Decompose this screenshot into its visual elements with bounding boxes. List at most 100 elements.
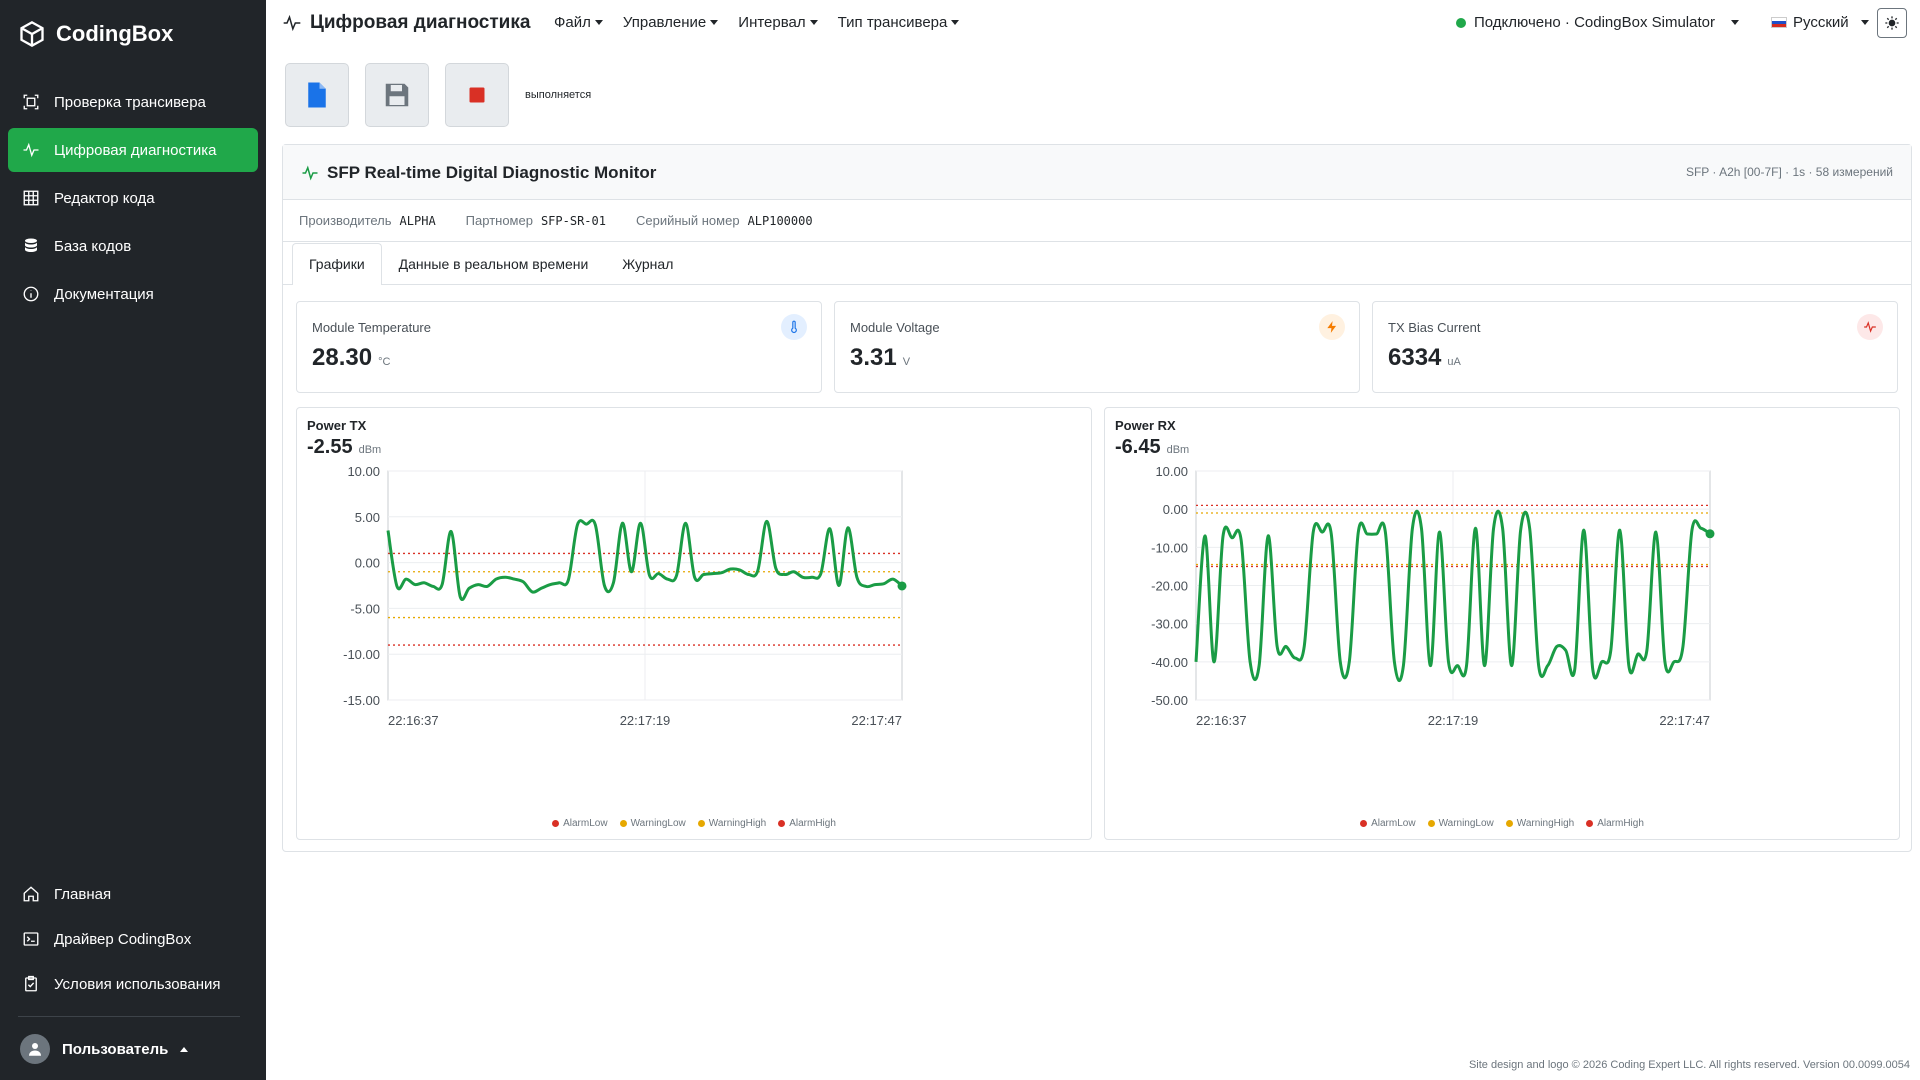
theme-toggle-button[interactable] — [1877, 8, 1907, 38]
sidebar-item-documentation[interactable]: Документация — [8, 272, 258, 316]
sidebar-item-transceiver-check[interactable]: Проверка трансивера — [8, 80, 258, 124]
connection-label: Подключено · CodingBox Simulator — [1474, 14, 1715, 31]
menu-transceiver-type[interactable]: Тип трансивера — [838, 14, 960, 31]
language-dropdown[interactable]: Русский — [1771, 14, 1869, 31]
sidebar-item-home[interactable]: Главная — [8, 873, 258, 915]
monitor-meta: SFP · A2h [00-7F] · 1s · 58 измерений — [1685, 165, 1893, 179]
sidebar-divider — [18, 1016, 240, 1017]
sidebar-item-label: Главная — [54, 885, 112, 903]
legend-item[interactable]: WarningLow — [1427, 818, 1494, 829]
legend-label: WarningLow — [630, 818, 686, 829]
y-tick-label: -50.00 — [1151, 693, 1188, 708]
y-tick-label: -5.00 — [350, 601, 380, 616]
chart-unit: dBm — [1166, 444, 1190, 456]
pulse-icon — [1857, 314, 1883, 340]
charts-row: 10.00 5.00 0.00 -5.00 -10.00 -15.00 22:16:37 22… — [296, 407, 1900, 840]
legend-item[interactable]: WarningLow — [619, 818, 686, 829]
caret-down-icon — [809, 20, 818, 25]
metric-value: 6334 uA — [1388, 344, 1461, 372]
metric-unit: °C — [378, 356, 391, 368]
menu-control[interactable]: Управление — [623, 14, 719, 31]
clipboard-check-icon — [25, 975, 37, 992]
run-status: выполняется — [525, 89, 592, 101]
legend-item[interactable]: WarningHigh — [697, 818, 766, 829]
chart-power-rx: 10.00 0.00 -10.00 -20.00 -30.00 -40.00 -50.00 2… — [1104, 407, 1900, 840]
caret-down-icon — [594, 20, 603, 25]
legend-item[interactable]: AlarmLow — [552, 818, 608, 829]
metric-value: 3.31 V — [850, 344, 910, 372]
pulse-icon — [302, 165, 318, 181]
sidebar-item-driver[interactable]: Драйвер CodingBox — [8, 918, 258, 960]
legend-dot-alarm-low — [1360, 820, 1368, 827]
menu-interval[interactable]: Интервал — [738, 14, 818, 31]
chart-current-value: -2.55 dBm — [307, 436, 381, 459]
module-info: Производитель ALPHA Партномер SFP-SR-01 Се… — [283, 200, 1911, 242]
legend-dot-alarm-low — [552, 820, 560, 827]
sidebar-item-code-editor[interactable]: Редактор кода — [8, 176, 258, 220]
menu-label: Тип трансивера — [837, 14, 948, 31]
chart-legend: AlarmLow WarningLow WarningHigh AlarmHig… — [1105, 818, 1899, 829]
sidebar-item-code-base[interactable]: База кодов — [8, 224, 258, 268]
caret-down-icon — [951, 20, 960, 25]
metric-voltage: Module Voltage 3.31 V — [834, 301, 1360, 393]
scan-icon — [23, 94, 39, 110]
last-point — [897, 581, 907, 591]
legend-item[interactable]: AlarmHigh — [1586, 818, 1644, 829]
legend-dot-warning-low — [619, 820, 627, 827]
sidebar-item-label: Цифровая диагностика — [54, 141, 217, 159]
last-point — [1705, 529, 1715, 539]
footer: Site design and logo © 2026 Coding Exper… — [1468, 1059, 1910, 1071]
legend-dot-warning-low — [1427, 820, 1435, 827]
user-menu[interactable]: Пользователь — [20, 1034, 189, 1064]
chart-current-value: -6.45 dBm — [1115, 436, 1189, 459]
y-tick-label: 0.00 — [1163, 502, 1188, 517]
monitor-card: SFP Real-time Digital Diagnostic Monitor… — [282, 144, 1912, 852]
metric-tx-bias: TX Bias Current 6334 uA — [1372, 301, 1898, 393]
tab-realtime-data[interactable]: Данные в реальном времени — [382, 243, 606, 284]
metric-number: 3.31 — [850, 344, 897, 371]
legend-item[interactable]: AlarmHigh — [778, 818, 836, 829]
connection-dropdown[interactable]: Подключено · CodingBox Simulator — [1456, 14, 1739, 31]
metric-number: 28.30 — [312, 344, 373, 371]
brand-logo[interactable]: CodingBox — [18, 20, 173, 48]
legend-item[interactable]: AlarmLow — [1360, 818, 1416, 829]
chart-current-number: -2.55 — [307, 436, 353, 458]
y-tick-label: 10.00 — [1155, 464, 1188, 479]
y-tick-label: 0.00 — [355, 556, 380, 571]
power-tx-chart: 10.00 5.00 0.00 -5.00 -10.00 -15.00 22:16:37 22… — [343, 464, 907, 728]
y-tick-label: -30.00 — [1151, 617, 1188, 632]
pulse-icon — [283, 14, 301, 32]
sidebar-item-digital-diagnostics[interactable]: Цифровая диагностика — [8, 128, 258, 172]
page-title: Цифровая диагностика — [282, 12, 530, 34]
sidebar-item-label: Условия использования — [54, 975, 221, 993]
caret-down-icon — [1730, 20, 1739, 25]
sidebar: CodingBox Проверка трансивера Цифровая д… — [0, 0, 266, 1080]
stop-button[interactable] — [445, 63, 509, 127]
file-icon — [308, 82, 326, 108]
legend-label: AlarmHigh — [1597, 818, 1644, 829]
new-file-button[interactable] — [285, 63, 349, 127]
chart-current-number: -6.45 — [1115, 436, 1161, 458]
chart-legend: AlarmLow WarningLow WarningHigh AlarmHig… — [297, 818, 1091, 829]
metric-unit: uA — [1447, 356, 1461, 368]
sidebar-nav: Проверка трансивера Цифровая диагностика… — [8, 80, 258, 320]
monitor-title: SFP Real-time Digital Diagnostic Monitor — [301, 163, 656, 183]
sidebar-item-label: Редактор кода — [54, 189, 155, 207]
save-button[interactable] — [365, 63, 429, 127]
menu-label: Файл — [554, 14, 591, 31]
user-icon — [29, 1043, 41, 1056]
database-icon — [25, 238, 37, 252]
tab-log[interactable]: Журнал — [605, 243, 690, 284]
legend-dot-alarm-high — [1586, 820, 1594, 827]
tab-charts[interactable]: Графики — [292, 243, 382, 285]
partnumber-info: Партномер SFP-SR-01 — [466, 213, 606, 228]
info-label: Серийный номер — [635, 213, 740, 228]
page-title-text: Цифровая диагностика — [310, 12, 531, 33]
legend-label: WarningHigh — [1516, 818, 1575, 829]
menu-file[interactable]: Файл — [554, 14, 603, 31]
metric-label: Module Temperature — [312, 320, 431, 335]
legend-dot-alarm-high — [778, 820, 786, 827]
legend-item[interactable]: WarningHigh — [1505, 818, 1575, 829]
y-tick-label: -40.00 — [1151, 655, 1188, 670]
sidebar-item-terms[interactable]: Условия использования — [8, 963, 258, 1005]
